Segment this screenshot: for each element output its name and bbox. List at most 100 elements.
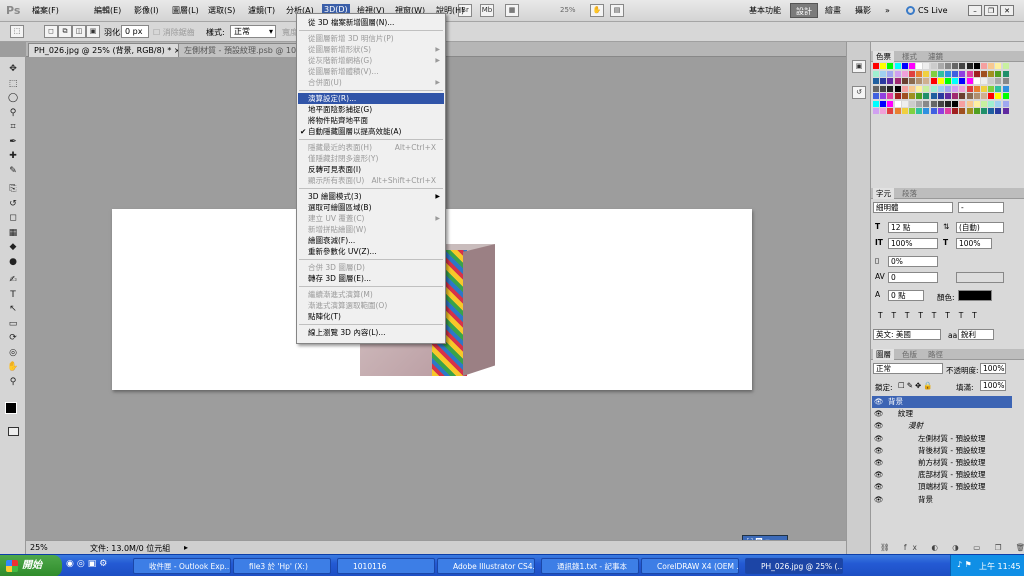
path-select-tool-icon[interactable]: ↖ [6, 303, 20, 316]
swatch[interactable] [952, 108, 959, 114]
swatch[interactable] [988, 78, 995, 84]
swatch[interactable] [988, 108, 995, 114]
swatch[interactable] [981, 108, 987, 114]
style-select[interactable]: 正常 ▾ [230, 25, 276, 38]
layer-row[interactable]: 👁 底部材質 - 預設紋理 [872, 469, 1012, 481]
workspace-2[interactable]: 繪畫 [820, 3, 846, 18]
swatch[interactable] [959, 63, 966, 69]
swatch[interactable] [937, 85, 944, 92]
swatch[interactable] [923, 70, 930, 77]
swatch[interactable] [973, 63, 980, 69]
swatch[interactable] [952, 93, 959, 99]
menu-item-23[interactable]: 重新參數化 UV(Z)... [298, 246, 444, 257]
baseline-field[interactable]: 0 點 [888, 290, 924, 301]
swatch[interactable] [952, 63, 959, 69]
eye-icon[interactable]: 👁 [874, 396, 884, 408]
menu-編輯e[interactable]: 編輯(E) [94, 5, 121, 16]
swatch[interactable] [966, 108, 973, 114]
tab-char-1[interactable]: 段落 [899, 188, 920, 199]
eye-icon[interactable]: 👁 [874, 481, 884, 493]
swatch[interactable] [945, 108, 951, 114]
leading-field[interactable]: (自動) [956, 222, 1004, 233]
shape-tool-icon[interactable]: ▭ [6, 318, 20, 331]
swatch[interactable] [894, 108, 901, 114]
swatch[interactable] [873, 70, 879, 77]
layer-row[interactable]: 👁 背景 [872, 494, 1012, 506]
font-size-field[interactable]: 12 點 [888, 222, 938, 233]
swatch[interactable] [1002, 85, 1009, 92]
move-tool-icon[interactable]: ✥ [6, 63, 20, 76]
tab-document-left-material[interactable]: 左側材質 - 預設紋理.psb @ 10... [178, 43, 298, 57]
zoom-level[interactable]: 25% [560, 5, 576, 18]
layer-row[interactable]: 👁 頂端材質 - 預設紋理 [872, 481, 1012, 493]
menu-影像i[interactable]: 影像(I) [134, 5, 159, 16]
menu-圖層l[interactable]: 圖層(L) [172, 5, 199, 16]
swatch[interactable] [995, 63, 1002, 69]
blend-mode-select[interactable]: 正常 [873, 363, 943, 374]
menu-item-9[interactable]: 地平面陰影捕捉(G) [298, 104, 444, 115]
swatch[interactable] [966, 100, 973, 107]
swatch[interactable] [937, 63, 944, 69]
antialias-select[interactable]: 銳利 [958, 329, 994, 340]
start-button[interactable]: 開始 [0, 555, 62, 576]
swatch[interactable] [909, 93, 915, 99]
swatch[interactable] [880, 85, 887, 92]
hand-icon[interactable]: ✋ [590, 4, 604, 17]
swatch[interactable] [880, 70, 887, 77]
swatch[interactable] [873, 63, 879, 69]
swatch[interactable] [923, 63, 930, 69]
swatch[interactable] [901, 108, 908, 114]
menu-item-18[interactable]: 3D 繪圖模式(3) ▶ [298, 191, 444, 202]
clone-tool-icon[interactable]: ⎘ [6, 183, 20, 196]
menu-item-10[interactable]: 將物件貼齊地平面 [298, 115, 444, 126]
taskbar-item-4[interactable]: 通訊錄1.txt - 記事本 [541, 558, 639, 574]
layer-row[interactable]: 👁 背景 [872, 396, 1012, 408]
layer-row[interactable]: 👁 紋理 [872, 408, 1012, 420]
swatch[interactable] [959, 93, 966, 99]
tray-icons[interactable]: ♪ ⚑ [957, 560, 972, 569]
swatch-grid[interactable] [873, 63, 1011, 117]
swatch[interactable] [894, 100, 901, 107]
swatch[interactable] [988, 70, 995, 77]
swatch[interactable] [873, 100, 879, 107]
taskbar-item-5[interactable]: CorelDRAW X4 (OEM ... [641, 558, 739, 574]
swatch[interactable] [916, 100, 923, 107]
workspace-0[interactable]: 基本功能 [744, 3, 786, 18]
feather-input[interactable]: 0 px [121, 25, 149, 38]
swatch[interactable] [887, 63, 894, 69]
eye-icon[interactable]: 👁 [874, 408, 884, 420]
swatch[interactable] [880, 78, 887, 84]
marquee-preset-icon[interactable]: ⬚ [10, 25, 24, 38]
subtract-selection-icon[interactable]: ◫ [72, 25, 86, 38]
swatch[interactable] [887, 100, 894, 107]
swatch[interactable] [909, 108, 915, 114]
swatch[interactable] [988, 85, 995, 92]
workspace-3[interactable]: 攝影 [850, 3, 876, 18]
swatch[interactable] [966, 70, 973, 77]
menu-item-30[interactable]: 點陣化(T) [298, 311, 444, 322]
eye-icon[interactable]: 👁 [874, 433, 884, 445]
swatch[interactable] [901, 78, 908, 84]
swatch[interactable] [1002, 108, 1009, 114]
swatch[interactable] [952, 100, 959, 107]
tab-layer-1[interactable]: 色版 [899, 349, 920, 360]
swatch[interactable] [916, 108, 923, 114]
swatch[interactable] [1002, 63, 1009, 69]
tab-document-ph026[interactable]: PH_026.jpg @ 25% (背景, RGB/8) * × [28, 43, 187, 57]
lasso-tool-icon[interactable]: ◯ [6, 92, 20, 105]
swatch[interactable] [952, 78, 959, 84]
swatch[interactable] [966, 93, 973, 99]
swatch[interactable] [973, 78, 980, 84]
layer-row[interactable]: 👁 前方材質 - 預設紋理 [872, 457, 1012, 469]
blur-tool-icon[interactable]: ◆ [6, 241, 20, 254]
new-selection-icon[interactable]: ◻ [44, 25, 58, 38]
swatch[interactable] [1002, 70, 1009, 77]
eye-icon[interactable]: 👁 [874, 445, 884, 457]
taskbar-item-0[interactable]: 收件匣 - Outlook Exp... [133, 558, 231, 574]
history-brush-tool-icon[interactable]: ↺ [6, 198, 20, 211]
swatch[interactable] [923, 108, 930, 114]
swatch[interactable] [880, 63, 887, 69]
swatch[interactable] [981, 93, 987, 99]
swatch[interactable] [909, 63, 915, 69]
menu-item-8[interactable]: 演算設定(R)... [298, 93, 444, 104]
